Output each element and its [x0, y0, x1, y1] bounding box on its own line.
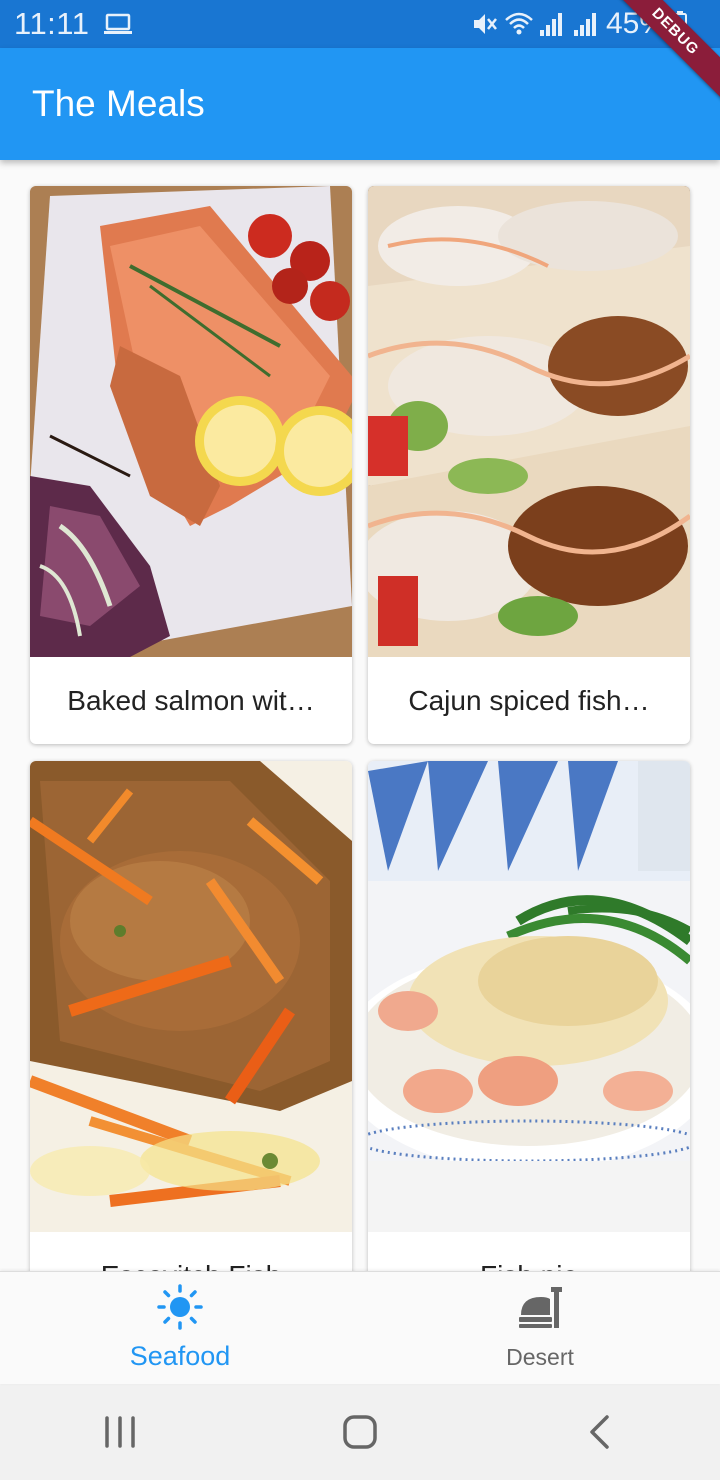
nav-label-desert: Desert — [506, 1344, 574, 1370]
meal-title: Fish pie — [368, 1232, 690, 1272]
status-bar: 11:11 45% — [0, 0, 720, 48]
signal-icon — [538, 10, 566, 38]
bottom-navigation: Seafood Desert — [0, 1271, 720, 1384]
page-title: The Meals — [32, 83, 205, 124]
meal-card[interactable]: Escovitch Fish — [30, 761, 352, 1271]
laptop-icon — [103, 13, 133, 35]
meal-grid: Baked salmon wit… Cajun spiced fish… — [0, 160, 720, 1271]
fish-pie-photo — [368, 761, 690, 1232]
meal-card[interactable]: Fish pie — [368, 761, 690, 1271]
meal-title: Cajun spiced fish… — [408, 684, 650, 716]
nav-item-desert[interactable]: Desert — [360, 1272, 720, 1384]
status-time: 11:11 — [14, 6, 90, 41]
nav-item-seafood[interactable]: Seafood — [0, 1272, 360, 1384]
meal-card[interactable]: Baked salmon wit… — [30, 186, 352, 744]
meal-title: Baked salmon wit… — [67, 684, 315, 716]
fish-tacos-photo — [368, 186, 690, 657]
meal-title: Escovitch Fish — [30, 1232, 352, 1272]
room-service-icon — [517, 1285, 563, 1336]
wifi-icon — [504, 10, 533, 38]
signal-icon-2 — [572, 10, 600, 38]
home-icon[interactable] — [330, 1402, 390, 1462]
nav-label-seafood: Seafood — [129, 1341, 231, 1371]
meal-card[interactable]: Cajun spiced fish… — [368, 186, 690, 744]
back-icon[interactable] — [570, 1402, 630, 1462]
mute-icon — [470, 10, 498, 38]
recent-apps-icon[interactable] — [90, 1402, 150, 1462]
app-bar: The Meals — [0, 48, 720, 160]
escovitch-fish-photo — [30, 761, 352, 1232]
sun-icon — [157, 1284, 203, 1335]
system-navigation-bar — [0, 1384, 720, 1480]
baked-salmon-photo — [30, 186, 352, 657]
